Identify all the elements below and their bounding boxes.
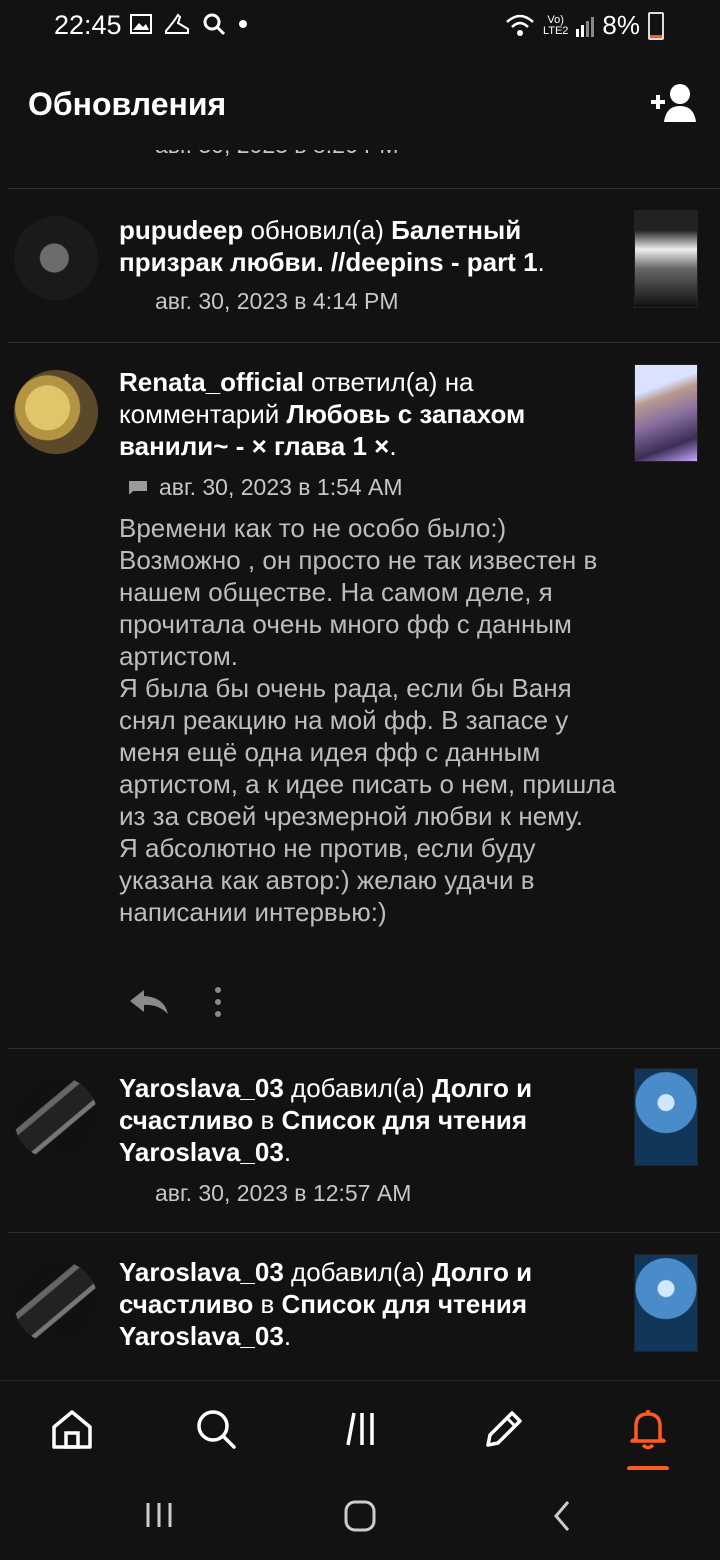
sneaker-icon — [165, 13, 189, 34]
more-options-icon[interactable] — [214, 986, 222, 1018]
reply-icon[interactable] — [128, 988, 170, 1016]
gallery-icon — [130, 14, 152, 34]
story-cover[interactable] — [634, 210, 698, 308]
avatar[interactable] — [14, 370, 98, 454]
battery-icon — [648, 11, 664, 40]
divider — [8, 188, 720, 189]
page-title: Обновления — [28, 86, 227, 122]
update-text[interactable]: Renata_official ответил(а) на комментари… — [119, 366, 609, 462]
status-bar: 22:45 Vo) LTE2 8% — [0, 0, 720, 56]
notifications-icon[interactable] — [626, 1407, 670, 1451]
story-cover[interactable] — [634, 1068, 698, 1166]
recent-apps-icon[interactable] — [144, 1500, 174, 1530]
divider — [8, 1232, 720, 1233]
avatar[interactable] — [14, 216, 98, 300]
status-right: Vo) LTE2 8% — [505, 10, 664, 41]
update-date: авг. 30, 2023 в 1:54 AM — [119, 474, 403, 501]
wifi-icon — [506, 14, 534, 36]
update-date: авг. 30, 2023 в 4:14 PM — [155, 288, 399, 314]
search-icon[interactable] — [194, 1407, 238, 1451]
username-link[interactable]: Yaroslava_03 — [119, 1257, 284, 1287]
volte-label: Vo) LTE2 — [542, 13, 569, 37]
divider — [8, 342, 720, 343]
story-cover[interactable] — [634, 1254, 698, 1352]
system-navigation — [0, 1470, 720, 1560]
home-button-icon[interactable] — [344, 1500, 376, 1532]
action-text: добавил(а) — [283, 1073, 432, 1103]
dot-icon — [239, 20, 247, 28]
avatar[interactable] — [14, 1076, 98, 1160]
library-icon[interactable] — [338, 1407, 382, 1451]
battery-percent: 8% — [602, 10, 640, 40]
search-status-icon — [203, 13, 226, 36]
signal-icon — [576, 16, 595, 37]
bottom-navigation — [0, 1380, 720, 1471]
action-text: добавил(а) — [283, 1257, 432, 1287]
comment-text: Времени как то не особо было:) Возможно … — [119, 513, 616, 927]
update-date: авг. 30, 2023 в 12:57 AM — [155, 1180, 412, 1206]
action-text: обновил(а) — [243, 215, 392, 245]
update-text[interactable]: Yaroslava_03 добавил(а) Долго и счастлив… — [119, 1256, 609, 1352]
story-cover[interactable] — [634, 364, 698, 462]
app-bar: Обновления — [0, 56, 720, 150]
avatar[interactable] — [14, 1260, 98, 1344]
home-icon[interactable] — [50, 1407, 94, 1451]
add-user-icon[interactable] — [648, 82, 698, 124]
username-link[interactable]: pupudeep — [119, 215, 243, 245]
status-notification-icons — [130, 12, 248, 36]
update-text[interactable]: pupudeep обновил(а) Балетный призрак люб… — [119, 214, 609, 278]
update-text[interactable]: Yaroslava_03 добавил(а) Долго и счастлив… — [119, 1072, 609, 1168]
status-time: 22:45 — [54, 10, 122, 40]
partial-item-date: авг. 30, 2023 в 8:26 PM — [119, 150, 399, 159]
username-link[interactable]: Renata_official — [119, 367, 304, 397]
divider — [8, 1048, 720, 1049]
write-icon[interactable] — [482, 1407, 526, 1451]
username-link[interactable]: Yaroslava_03 — [119, 1073, 284, 1103]
back-icon[interactable] — [552, 1500, 572, 1532]
updates-feed[interactable]: авг. 30, 2023 в 8:26 PM pupudeep обновил… — [0, 150, 720, 1380]
comment-icon — [129, 480, 147, 495]
